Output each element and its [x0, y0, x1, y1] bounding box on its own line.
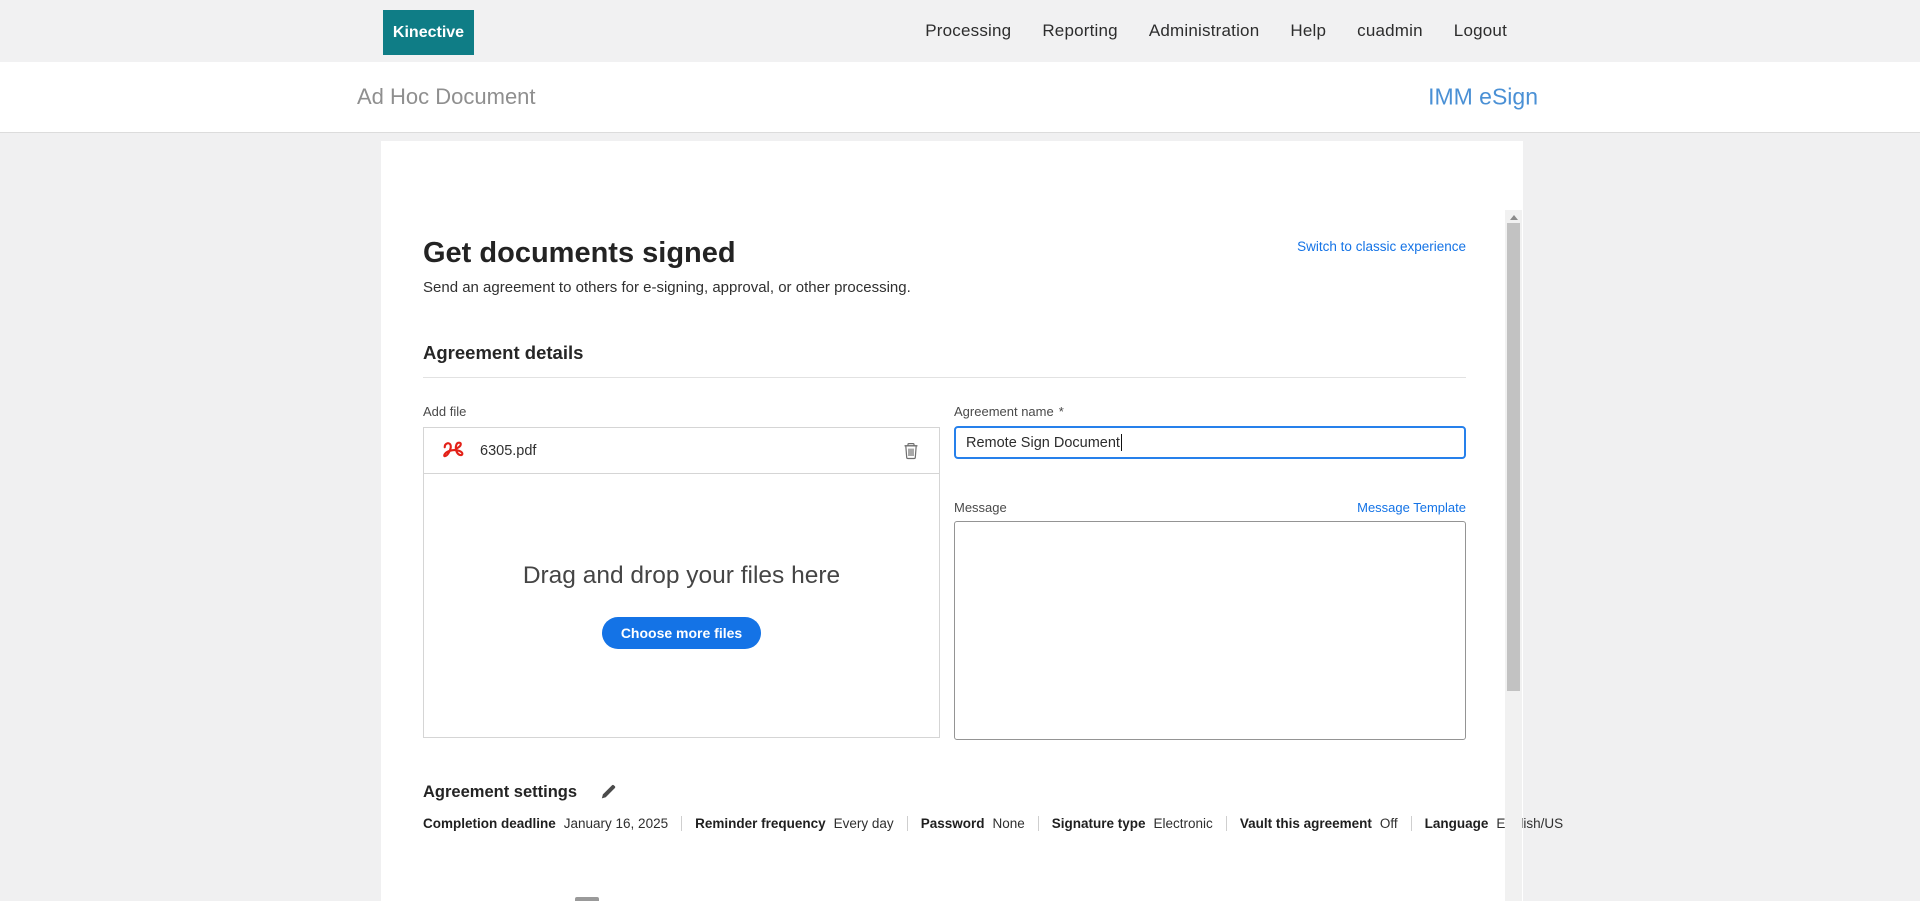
page-background: Switch to classic experience Get documen… — [0, 134, 1920, 901]
setting-value: None — [992, 816, 1024, 831]
setting-value: Off — [1380, 816, 1398, 831]
setting-label: Completion deadline — [423, 816, 556, 831]
uploaded-file-row: 6305.pdf — [424, 428, 939, 474]
scrollbar-thumb[interactable] — [1507, 223, 1520, 691]
setting-label: Vault this agreement — [1240, 816, 1372, 831]
setting-label: Reminder frequency — [695, 816, 826, 831]
agreement-details-heading: Agreement details — [423, 342, 1466, 378]
add-file-label: Add file — [423, 404, 940, 419]
kinective-logo[interactable]: Kinective — [383, 10, 474, 55]
agreement-settings-summary: Completion deadline January 16, 2025 Rem… — [423, 816, 1466, 831]
nav-link[interactable]: Reporting — [1042, 21, 1118, 41]
agreement-settings-header: Agreement settings — [423, 782, 1466, 802]
agreement-settings-heading: Agreement settings — [423, 783, 577, 802]
required-asterisk: * — [1059, 404, 1064, 419]
page-header: Ad Hoc Document IMM eSign — [0, 62, 1920, 133]
top-navigation: Processing Reporting Administration Help… — [925, 0, 1507, 62]
imm-esign-brand: IMM eSign — [1428, 84, 1538, 111]
pencil-icon — [599, 782, 618, 801]
agreement-info-column: Agreement name * Remote Sign Document Me… — [954, 404, 1466, 745]
edit-settings-button[interactable] — [598, 782, 618, 802]
delete-file-button[interactable] — [900, 440, 922, 462]
choose-more-files-button[interactable]: Choose more files — [602, 617, 761, 649]
file-drop-container: 6305.pdf — [423, 427, 940, 738]
dropzone-text: Drag and drop your files here — [523, 562, 840, 590]
message-template-link[interactable]: Message Template — [1357, 500, 1466, 515]
file-dropzone[interactable]: Drag and drop your files here Choose mor… — [424, 474, 939, 737]
switch-to-classic-link[interactable]: Switch to classic experience — [1297, 239, 1466, 254]
setting-label: Language — [1425, 816, 1489, 831]
nav-link[interactable]: Administration — [1149, 21, 1260, 41]
setting-item: Vault this agreement Off — [1226, 816, 1398, 831]
setting-value: Every day — [834, 816, 894, 831]
setting-label: Password — [921, 816, 985, 831]
scroll-up-button[interactable] — [1505, 210, 1522, 224]
setting-item: Completion deadline January 16, 2025 — [423, 816, 668, 831]
agreement-name-value: Remote Sign Document — [966, 435, 1120, 451]
content-area: Switch to classic experience Get documen… — [423, 141, 1466, 901]
message-textarea[interactable] — [954, 521, 1466, 740]
agreement-name-input[interactable]: Remote Sign Document — [954, 426, 1466, 459]
file-column: Add file — [423, 404, 940, 745]
nav-link[interactable]: Logout — [1454, 21, 1507, 41]
setting-item: Reminder frequency Every day — [681, 816, 894, 831]
message-label: Message — [954, 500, 1007, 515]
nav-link[interactable]: Processing — [925, 21, 1011, 41]
setting-label: Signature type — [1052, 816, 1146, 831]
message-label-row: Message Message Template — [954, 500, 1466, 515]
setting-item: Language English/US — [1411, 816, 1564, 831]
page-title-breadcrumb: Ad Hoc Document — [357, 84, 536, 110]
text-cursor — [1121, 434, 1122, 451]
agreement-details-columns: Add file — [423, 404, 1466, 745]
main-subtitle: Send an agreement to others for e-signin… — [423, 279, 1466, 296]
setting-item: Signature type Electronic — [1038, 816, 1213, 831]
agreement-name-label-row: Agreement name * — [954, 404, 1466, 419]
nav-link[interactable]: Help — [1290, 21, 1326, 41]
top-bar: Kinective Processing Reporting Administr… — [0, 0, 1920, 62]
setting-value: Electronic — [1154, 816, 1213, 831]
setting-value: January 16, 2025 — [564, 816, 668, 831]
next-section-cutoff — [575, 897, 599, 901]
file-list: 6305.pdf — [424, 428, 939, 474]
scroll-up-arrow-icon — [1510, 215, 1518, 220]
setting-item: Password None — [907, 816, 1025, 831]
content-card: Switch to classic experience Get documen… — [381, 141, 1523, 901]
vertical-scrollbar[interactable] — [1505, 210, 1522, 901]
file-name: 6305.pdf — [480, 443, 536, 459]
pdf-file-icon — [441, 438, 467, 464]
agreement-name-label: Agreement name — [954, 404, 1054, 419]
nav-link[interactable]: cuadmin — [1357, 21, 1423, 41]
